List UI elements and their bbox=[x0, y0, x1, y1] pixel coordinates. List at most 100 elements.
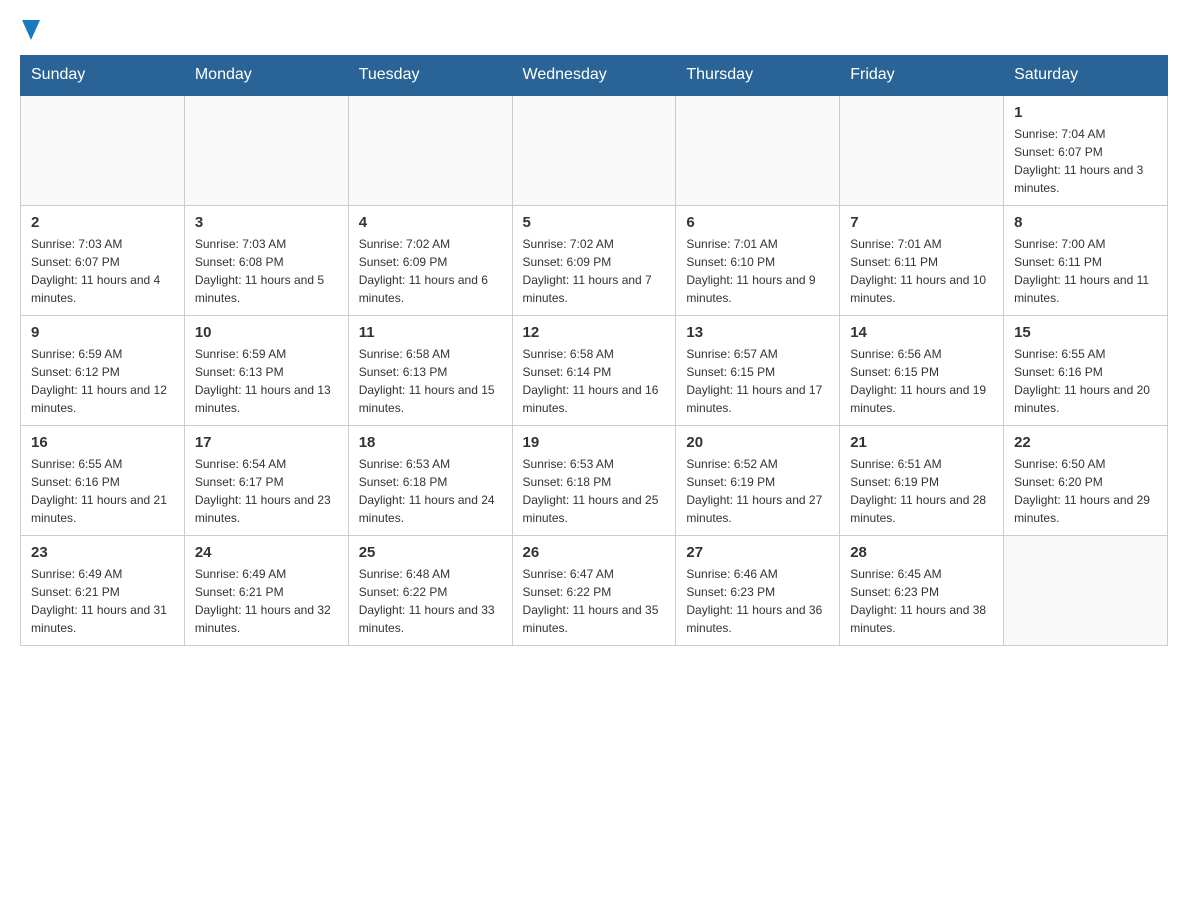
day-number: 26 bbox=[523, 544, 666, 561]
day-number: 17 bbox=[195, 434, 338, 451]
weekday-header-saturday: Saturday bbox=[1004, 55, 1168, 95]
weekday-header-tuesday: Tuesday bbox=[348, 55, 512, 95]
day-info: Sunrise: 6:56 AM Sunset: 6:15 PM Dayligh… bbox=[850, 345, 993, 417]
day-info: Sunrise: 6:49 AM Sunset: 6:21 PM Dayligh… bbox=[31, 565, 174, 637]
calendar-cell: 28 Sunrise: 6:45 AM Sunset: 6:23 PM Dayli… bbox=[840, 535, 1004, 645]
day-number: 15 bbox=[1014, 324, 1157, 341]
day-number: 11 bbox=[359, 324, 502, 341]
day-info: Sunrise: 6:54 AM Sunset: 6:17 PM Dayligh… bbox=[195, 455, 338, 527]
day-info: Sunrise: 6:45 AM Sunset: 6:23 PM Dayligh… bbox=[850, 565, 993, 637]
calendar-cell: 13 Sunrise: 6:57 AM Sunset: 6:15 PM Dayli… bbox=[676, 315, 840, 425]
calendar-cell: 18Sunrise: 6:53 AM Sunset: 6:18 PM Dayli… bbox=[348, 425, 512, 535]
day-info: Sunrise: 6:49 AM Sunset: 6:21 PM Dayligh… bbox=[195, 565, 338, 637]
day-number: 21 bbox=[850, 434, 993, 451]
calendar-cell: 15 Sunrise: 6:55 AM Sunset: 6:16 PM Dayli… bbox=[1004, 315, 1168, 425]
day-info: Sunrise: 7:02 AM Sunset: 6:09 PM Dayligh… bbox=[359, 235, 502, 307]
day-number: 13 bbox=[686, 324, 829, 341]
calendar-cell: 9 Sunrise: 6:59 AM Sunset: 6:12 PM Daylig… bbox=[21, 315, 185, 425]
calendar-cell bbox=[21, 95, 185, 206]
calendar-header: SundayMondayTuesdayWednesdayThursdayFrid… bbox=[21, 55, 1168, 95]
day-number: 6 bbox=[686, 214, 829, 231]
day-info: Sunrise: 7:03 AM Sunset: 6:08 PM Dayligh… bbox=[195, 235, 338, 307]
calendar-cell: 21 Sunrise: 6:51 AM Sunset: 6:19 PM Dayli… bbox=[840, 425, 1004, 535]
calendar-cell: 17 Sunrise: 6:54 AM Sunset: 6:17 PM Dayli… bbox=[184, 425, 348, 535]
day-info: Sunrise: 7:00 AM Sunset: 6:11 PM Dayligh… bbox=[1014, 235, 1157, 307]
calendar-cell: 2 Sunrise: 7:03 AM Sunset: 6:07 PM Daylig… bbox=[21, 205, 185, 315]
weekday-header-monday: Monday bbox=[184, 55, 348, 95]
day-number: 22 bbox=[1014, 434, 1157, 451]
calendar-cell bbox=[184, 95, 348, 206]
day-number: 10 bbox=[195, 324, 338, 341]
day-info: Sunrise: 6:58 AM Sunset: 6:14 PM Dayligh… bbox=[523, 345, 666, 417]
day-number: 1 bbox=[1014, 104, 1157, 121]
day-info: Sunrise: 7:01 AM Sunset: 6:11 PM Dayligh… bbox=[850, 235, 993, 307]
day-info: Sunrise: 6:50 AM Sunset: 6:20 PM Dayligh… bbox=[1014, 455, 1157, 527]
day-info: Sunrise: 6:51 AM Sunset: 6:19 PM Dayligh… bbox=[850, 455, 993, 527]
day-info: Sunrise: 6:46 AM Sunset: 6:23 PM Dayligh… bbox=[686, 565, 829, 637]
calendar-cell: 24 Sunrise: 6:49 AM Sunset: 6:21 PM Dayli… bbox=[184, 535, 348, 645]
page-header bbox=[20, 20, 1168, 45]
calendar-cell: 10 Sunrise: 6:59 AM Sunset: 6:13 PM Dayli… bbox=[184, 315, 348, 425]
calendar-cell: 16Sunrise: 6:55 AM Sunset: 6:16 PM Dayli… bbox=[21, 425, 185, 535]
day-number: 8 bbox=[1014, 214, 1157, 231]
calendar-week-3: 16Sunrise: 6:55 AM Sunset: 6:16 PM Dayli… bbox=[21, 425, 1168, 535]
day-number: 18 bbox=[359, 434, 502, 451]
day-info: Sunrise: 6:58 AM Sunset: 6:13 PM Dayligh… bbox=[359, 345, 502, 417]
calendar-cell bbox=[676, 95, 840, 206]
day-number: 25 bbox=[359, 544, 502, 561]
calendar-body: 1 Sunrise: 7:04 AM Sunset: 6:07 PM Daylig… bbox=[21, 95, 1168, 646]
day-number: 5 bbox=[523, 214, 666, 231]
calendar-cell: 6 Sunrise: 7:01 AM Sunset: 6:10 PM Daylig… bbox=[676, 205, 840, 315]
day-number: 24 bbox=[195, 544, 338, 561]
calendar-cell: 27Sunrise: 6:46 AM Sunset: 6:23 PM Dayli… bbox=[676, 535, 840, 645]
calendar-cell: 23 Sunrise: 6:49 AM Sunset: 6:21 PM Dayli… bbox=[21, 535, 185, 645]
weekday-header-sunday: Sunday bbox=[21, 55, 185, 95]
calendar-cell bbox=[348, 95, 512, 206]
logo-arrow-icon bbox=[22, 20, 40, 40]
logo bbox=[20, 20, 40, 45]
calendar-cell: 11 Sunrise: 6:58 AM Sunset: 6:13 PM Dayli… bbox=[348, 315, 512, 425]
day-info: Sunrise: 6:59 AM Sunset: 6:12 PM Dayligh… bbox=[31, 345, 174, 417]
calendar-cell: 5 Sunrise: 7:02 AM Sunset: 6:09 PM Daylig… bbox=[512, 205, 676, 315]
day-info: Sunrise: 6:48 AM Sunset: 6:22 PM Dayligh… bbox=[359, 565, 502, 637]
day-info: Sunrise: 6:47 AM Sunset: 6:22 PM Dayligh… bbox=[523, 565, 666, 637]
calendar-table: SundayMondayTuesdayWednesdayThursdayFrid… bbox=[20, 55, 1168, 646]
day-number: 20 bbox=[686, 434, 829, 451]
day-info: Sunrise: 6:59 AM Sunset: 6:13 PM Dayligh… bbox=[195, 345, 338, 417]
calendar-cell bbox=[512, 95, 676, 206]
day-number: 9 bbox=[31, 324, 174, 341]
weekday-header-friday: Friday bbox=[840, 55, 1004, 95]
day-number: 28 bbox=[850, 544, 993, 561]
calendar-cell bbox=[1004, 535, 1168, 645]
day-info: Sunrise: 7:03 AM Sunset: 6:07 PM Dayligh… bbox=[31, 235, 174, 307]
calendar-week-2: 9 Sunrise: 6:59 AM Sunset: 6:12 PM Daylig… bbox=[21, 315, 1168, 425]
calendar-cell bbox=[840, 95, 1004, 206]
day-info: Sunrise: 7:04 AM Sunset: 6:07 PM Dayligh… bbox=[1014, 125, 1157, 197]
day-info: Sunrise: 6:52 AM Sunset: 6:19 PM Dayligh… bbox=[686, 455, 829, 527]
calendar-cell: 25 Sunrise: 6:48 AM Sunset: 6:22 PM Dayli… bbox=[348, 535, 512, 645]
day-number: 23 bbox=[31, 544, 174, 561]
day-number: 19 bbox=[523, 434, 666, 451]
calendar-cell: 1 Sunrise: 7:04 AM Sunset: 6:07 PM Daylig… bbox=[1004, 95, 1168, 206]
calendar-cell: 22 Sunrise: 6:50 AM Sunset: 6:20 PM Dayli… bbox=[1004, 425, 1168, 535]
calendar-week-1: 2 Sunrise: 7:03 AM Sunset: 6:07 PM Daylig… bbox=[21, 205, 1168, 315]
calendar-cell: 8 Sunrise: 7:00 AM Sunset: 6:11 PM Daylig… bbox=[1004, 205, 1168, 315]
day-info: Sunrise: 6:55 AM Sunset: 6:16 PM Dayligh… bbox=[1014, 345, 1157, 417]
calendar-week-4: 23 Sunrise: 6:49 AM Sunset: 6:21 PM Dayli… bbox=[21, 535, 1168, 645]
calendar-cell: 26 Sunrise: 6:47 AM Sunset: 6:22 PM Dayli… bbox=[512, 535, 676, 645]
day-number: 2 bbox=[31, 214, 174, 231]
calendar-week-0: 1 Sunrise: 7:04 AM Sunset: 6:07 PM Daylig… bbox=[21, 95, 1168, 206]
day-number: 7 bbox=[850, 214, 993, 231]
day-number: 4 bbox=[359, 214, 502, 231]
day-info: Sunrise: 6:57 AM Sunset: 6:15 PM Dayligh… bbox=[686, 345, 829, 417]
weekday-header-thursday: Thursday bbox=[676, 55, 840, 95]
day-info: Sunrise: 7:02 AM Sunset: 6:09 PM Dayligh… bbox=[523, 235, 666, 307]
day-number: 12 bbox=[523, 324, 666, 341]
calendar-cell: 4 Sunrise: 7:02 AM Sunset: 6:09 PM Daylig… bbox=[348, 205, 512, 315]
calendar-cell: 3Sunrise: 7:03 AM Sunset: 6:08 PM Daylig… bbox=[184, 205, 348, 315]
calendar-cell: 19 Sunrise: 6:53 AM Sunset: 6:18 PM Dayli… bbox=[512, 425, 676, 535]
calendar-cell: 14Sunrise: 6:56 AM Sunset: 6:15 PM Dayli… bbox=[840, 315, 1004, 425]
day-info: Sunrise: 7:01 AM Sunset: 6:10 PM Dayligh… bbox=[686, 235, 829, 307]
day-info: Sunrise: 6:53 AM Sunset: 6:18 PM Dayligh… bbox=[523, 455, 666, 527]
day-number: 16 bbox=[31, 434, 174, 451]
